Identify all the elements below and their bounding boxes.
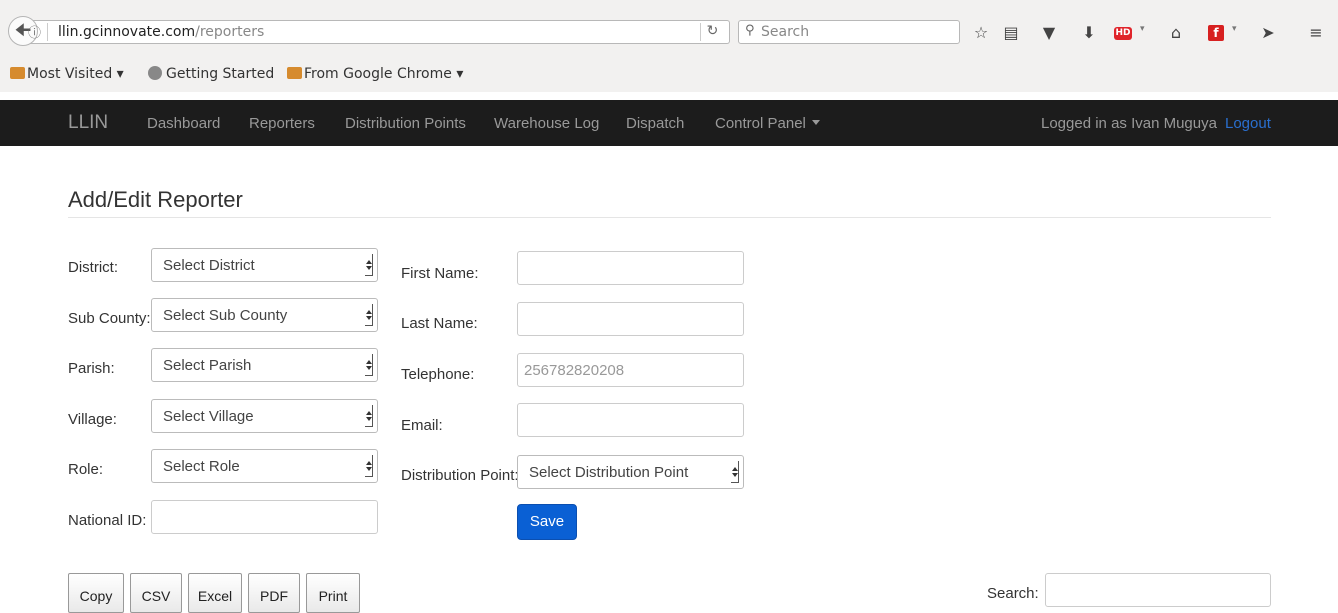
district-select[interactable]: Select District [151, 248, 378, 282]
national-id-label: National ID: [68, 512, 147, 529]
distribution-point-label: Distribution Point: [401, 467, 519, 484]
telephone-input[interactable]: 256782820208 [517, 353, 744, 387]
info-icon[interactable]: ⓘ [28, 22, 46, 41]
telephone-label: Telephone: [401, 366, 475, 383]
folder-icon [10, 67, 25, 79]
hd-extension-icon[interactable]: HD [1114, 27, 1132, 40]
parish-label: Parish: [68, 360, 115, 377]
menu-icon[interactable]: ≡ [1305, 22, 1327, 44]
select-arrows-icon [365, 405, 373, 427]
csv-button[interactable]: CSV [130, 573, 182, 613]
reading-list-icon[interactable]: ▤ [1000, 22, 1022, 44]
select-arrows-icon [731, 461, 739, 483]
select-arrows-icon [365, 354, 373, 376]
distribution-point-select[interactable]: Select Distribution Point [517, 455, 744, 489]
flash-dropdown-caret-icon[interactable]: ▾ [1232, 24, 1237, 34]
excel-button[interactable]: Excel [188, 573, 242, 613]
nav-control-panel-label: Control Panel [715, 115, 806, 132]
browser-search-box[interactable]: ⚲ Search [738, 20, 960, 44]
copy-button[interactable]: Copy [68, 573, 124, 613]
title-divider [68, 217, 1271, 218]
url-host: llin.gcinnovate.com [58, 24, 196, 40]
logout-link[interactable]: Logout [1225, 115, 1271, 132]
search-icon: ⚲ [745, 23, 755, 38]
home-icon[interactable]: ⌂ [1165, 22, 1187, 44]
brand-link[interactable]: LLIN [68, 112, 108, 134]
district-label: District: [68, 259, 118, 276]
caret-down-icon [811, 120, 820, 125]
flash-icon[interactable]: f [1208, 25, 1224, 41]
table-search-label: Search: [987, 585, 1039, 602]
nav-dashboard[interactable]: Dashboard [147, 115, 220, 132]
national-id-input[interactable] [151, 500, 378, 534]
page-title: Add/Edit Reporter [68, 187, 243, 212]
telephone-placeholder: 256782820208 [524, 362, 625, 379]
url-path: /reporters [195, 24, 265, 40]
select-arrows-icon [365, 455, 373, 477]
village-label: Village: [68, 411, 117, 428]
bookmark-most-visited[interactable]: Most Visited ▾ [10, 66, 124, 82]
distribution-point-select-value: Select Distribution Point [529, 464, 689, 481]
last-name-label: Last Name: [401, 315, 478, 332]
table-search-input[interactable] [1045, 573, 1271, 607]
browser-search-placeholder: Search [761, 24, 810, 40]
subcounty-label: Sub County: [68, 310, 151, 327]
bookmark-label: Most Visited ▾ [27, 66, 124, 82]
email-label: Email: [401, 417, 443, 434]
email-input[interactable] [517, 403, 744, 437]
nav-warehouse-log[interactable]: Warehouse Log [494, 115, 599, 132]
browser-nav-row: 🠈 ⓘ llin.gcinnovate.com/reporters ↻ ⚲ Se… [0, 12, 1338, 50]
village-select-value: Select Village [163, 408, 254, 425]
url-text[interactable]: llin.gcinnovate.com/reporters [58, 24, 264, 40]
bookmark-from-google-chrome[interactable]: From Google Chrome ▾ [287, 66, 463, 82]
bookmark-star-icon[interactable]: ☆ [970, 22, 992, 44]
pocket-icon[interactable]: ▼ [1038, 22, 1060, 44]
download-icon[interactable]: ⬇ [1078, 22, 1100, 44]
subcounty-select-value: Select Sub County [163, 307, 288, 324]
hd-dropdown-caret-icon[interactable]: ▾ [1140, 24, 1145, 34]
pdf-button[interactable]: PDF [248, 573, 300, 613]
district-select-value: Select District [163, 257, 255, 274]
browser-toolbar: 🠈 ⓘ llin.gcinnovate.com/reporters ↻ ⚲ Se… [0, 0, 1338, 92]
parish-select[interactable]: Select Parish [151, 348, 378, 382]
last-name-input[interactable] [517, 302, 744, 336]
logged-in-text: Logged in as Ivan Muguya [1041, 115, 1217, 132]
select-arrows-icon [365, 254, 373, 276]
bookmark-getting-started[interactable]: Getting Started [148, 66, 274, 82]
village-select[interactable]: Select Village [151, 399, 378, 433]
bookmark-label: Getting Started [166, 66, 275, 82]
app-navbar: LLIN Dashboard Reporters Distribution Po… [0, 100, 1338, 146]
send-icon[interactable]: ➤ [1257, 22, 1279, 44]
nav-dispatch[interactable]: Dispatch [626, 115, 684, 132]
globe-icon [148, 66, 162, 80]
bookmarks-toolbar: Most Visited ▾ Getting Started From Goog… [0, 62, 1338, 88]
nav-distribution-points[interactable]: Distribution Points [345, 115, 466, 132]
nav-control-panel[interactable]: Control Panel [715, 115, 820, 132]
first-name-input[interactable] [517, 251, 744, 285]
bookmark-label: From Google Chrome ▾ [304, 66, 464, 82]
reload-icon[interactable]: ↻ [700, 23, 724, 41]
role-select-value: Select Role [163, 458, 240, 475]
url-separator [47, 23, 48, 41]
save-button[interactable]: Save [517, 504, 577, 540]
folder-icon [287, 67, 302, 79]
role-label: Role: [68, 461, 104, 478]
role-select[interactable]: Select Role [151, 449, 378, 483]
first-name-label: First Name: [401, 265, 479, 282]
select-arrows-icon [365, 304, 373, 326]
print-button[interactable]: Print [306, 573, 360, 613]
parish-select-value: Select Parish [163, 357, 252, 374]
subcounty-select[interactable]: Select Sub County [151, 298, 378, 332]
nav-reporters[interactable]: Reporters [249, 115, 315, 132]
